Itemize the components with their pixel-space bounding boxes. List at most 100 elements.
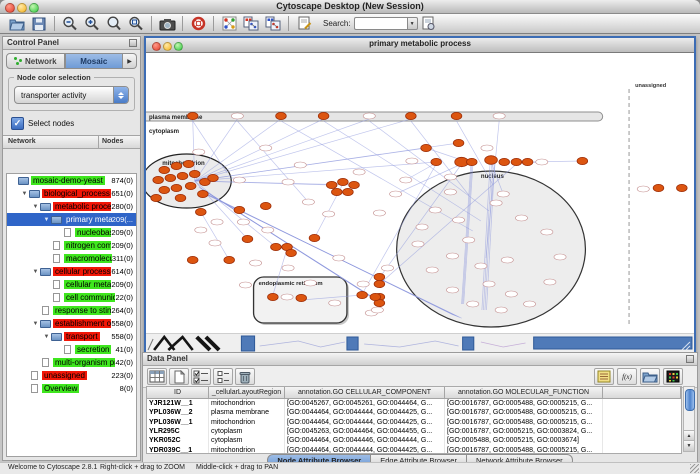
zoom-out-icon[interactable]	[60, 15, 80, 33]
graph-node[interactable]	[224, 256, 235, 263]
graph-node[interactable]	[260, 202, 271, 209]
graph-node-small[interactable]	[536, 159, 548, 165]
graph-node[interactable]	[286, 249, 297, 256]
graph-node-small[interactable]	[373, 210, 385, 216]
graph-node-small[interactable]	[381, 265, 393, 271]
graph-node[interactable]	[159, 186, 170, 193]
graph-node[interactable]	[196, 208, 207, 215]
graph-node-small[interactable]	[475, 263, 487, 269]
network-tree-row[interactable]: ▼establishment of lo558(0)	[7, 317, 136, 330]
column-header-1[interactable]: _cellularLayoutRegion	[209, 387, 285, 398]
graph-node[interactable]	[183, 160, 194, 167]
graph-node[interactable]	[511, 158, 522, 165]
graph-node-small[interactable]	[353, 169, 365, 175]
float-panel-icon[interactable]	[686, 355, 694, 363]
graph-node-small[interactable]	[363, 113, 375, 119]
graph-node-small[interactable]	[211, 219, 223, 225]
graph-node[interactable]	[234, 206, 245, 213]
graph-node-small[interactable]	[637, 186, 649, 192]
table-row[interactable]: YDR039C__1mitochondrion[GO:0044464, GO:0…	[147, 445, 681, 454]
graph-node-small[interactable]	[446, 253, 458, 259]
graph-node[interactable]	[271, 243, 282, 250]
delete-attribute-trash-icon[interactable]	[235, 368, 255, 385]
table-row[interactable]: YLR295Ccytoplasm[GO:0045263, GO:0044464,…	[147, 427, 681, 436]
graph-node-small[interactable]	[490, 200, 502, 206]
annotation-editor-icon[interactable]	[294, 15, 314, 33]
network-tree-row[interactable]: macromolecule311(0)	[7, 252, 136, 265]
graph-node-small[interactable]	[463, 237, 475, 243]
float-panel-icon[interactable]	[129, 39, 137, 47]
graph-node-small[interactable]	[239, 282, 251, 288]
network-tree-row[interactable]: mosaic-demo-yeast874(0)	[7, 174, 136, 187]
graph-node[interactable]	[165, 174, 176, 181]
network-tree-row[interactable]: cell communicat22(0)	[7, 291, 136, 304]
graph-node[interactable]	[485, 156, 498, 165]
graph-node[interactable]	[276, 112, 287, 119]
table-row[interactable]: YKR052Ccytoplasm[GO:0044464, GO:0044446,…	[147, 436, 681, 445]
zoom-in-icon[interactable]	[82, 15, 102, 33]
graph-node[interactable]	[187, 256, 198, 263]
snapshot-camera-icon[interactable]	[157, 15, 177, 33]
search-options-icon[interactable]	[419, 15, 439, 33]
column-header-3[interactable]: annotation.GO MOLECULAR_FUNCTION	[445, 387, 603, 398]
graph-node-small[interactable]	[515, 215, 527, 221]
graph-node-small[interactable]	[505, 291, 517, 297]
graph-node[interactable]	[153, 176, 164, 183]
attribute-batch-editor-icon[interactable]	[594, 368, 614, 385]
network-view-titlebar[interactable]: primary metabolic process	[146, 38, 694, 53]
graph-node-small[interactable]	[304, 280, 316, 286]
graph-node-small[interactable]	[446, 287, 458, 293]
new-attribute-icon[interactable]	[169, 368, 189, 385]
graph-node-small[interactable]	[444, 174, 456, 180]
graph-node[interactable]	[309, 234, 320, 241]
graph-node-small[interactable]	[426, 267, 438, 273]
unselect-all-attributes-icon[interactable]	[213, 368, 233, 385]
copy-node-attributes-icon[interactable]	[241, 15, 261, 33]
graph-node[interactable]	[159, 166, 170, 173]
graph-node-small[interactable]	[495, 307, 507, 313]
graph-node-small[interactable]	[406, 158, 418, 164]
network-canvas[interactable]: unassigned plasma membrane cytoplasm mit…	[146, 53, 694, 333]
graph-node-small[interactable]	[323, 211, 335, 217]
more-tabs-arrow-icon[interactable]: ▶	[123, 53, 137, 69]
graph-node[interactable]	[242, 235, 253, 242]
graph-node-small[interactable]	[371, 307, 383, 313]
scrollbar-thumb[interactable]	[685, 389, 695, 411]
graph-node-small[interactable]	[544, 279, 556, 285]
zoom-selected-icon[interactable]	[104, 15, 124, 33]
graph-node[interactable]	[318, 112, 329, 119]
graph-node-small[interactable]	[416, 224, 428, 230]
graph-node[interactable]	[451, 112, 462, 119]
graph-node[interactable]	[185, 182, 196, 189]
graph-node-small[interactable]	[483, 281, 495, 287]
graph-node-small[interactable]	[282, 179, 294, 185]
tab-network[interactable]: Network	[6, 53, 65, 69]
help-lifering-icon[interactable]	[188, 15, 208, 33]
tree-column-nodes[interactable]: Nodes	[98, 136, 140, 148]
table-row[interactable]: YPL036W__2plasma membrane[GO:0044464, GO…	[147, 408, 681, 417]
graph-node-small[interactable]	[233, 177, 245, 183]
graph-node[interactable]	[175, 194, 186, 201]
graph-node[interactable]	[332, 188, 343, 195]
graph-node[interactable]	[343, 188, 354, 195]
scroll-down-icon[interactable]: ▼	[684, 440, 694, 451]
graph-node[interactable]	[171, 184, 182, 191]
select-nodes-checkbox[interactable]: ✓	[11, 117, 24, 130]
graph-node-small[interactable]	[195, 227, 207, 233]
column-header-2[interactable]: annotation.GO CELLULAR_COMPONENT	[285, 387, 445, 398]
graph-node-small[interactable]	[524, 301, 536, 307]
node-color-select[interactable]: transporter activity	[14, 86, 129, 104]
graph-node-small[interactable]	[412, 241, 424, 247]
network-tree-row[interactable]: ▼cellular process614(0)	[7, 265, 136, 278]
graph-node[interactable]	[406, 112, 417, 119]
network-tree-row[interactable]: ▼primary metabo209(...	[7, 213, 136, 226]
network-tree-row[interactable]: unassigned223(0)	[7, 369, 136, 382]
graph-node-small[interactable]	[497, 191, 509, 197]
graph-node[interactable]	[187, 112, 198, 119]
graph-node[interactable]	[370, 293, 381, 300]
table-vertical-scrollbar[interactable]: ▲ ▼	[683, 386, 695, 452]
graph-node-small[interactable]	[429, 207, 441, 213]
expand-arrow-icon[interactable]: ▼	[20, 191, 29, 197]
graph-node[interactable]	[499, 158, 510, 165]
graph-node[interactable]	[296, 294, 307, 301]
